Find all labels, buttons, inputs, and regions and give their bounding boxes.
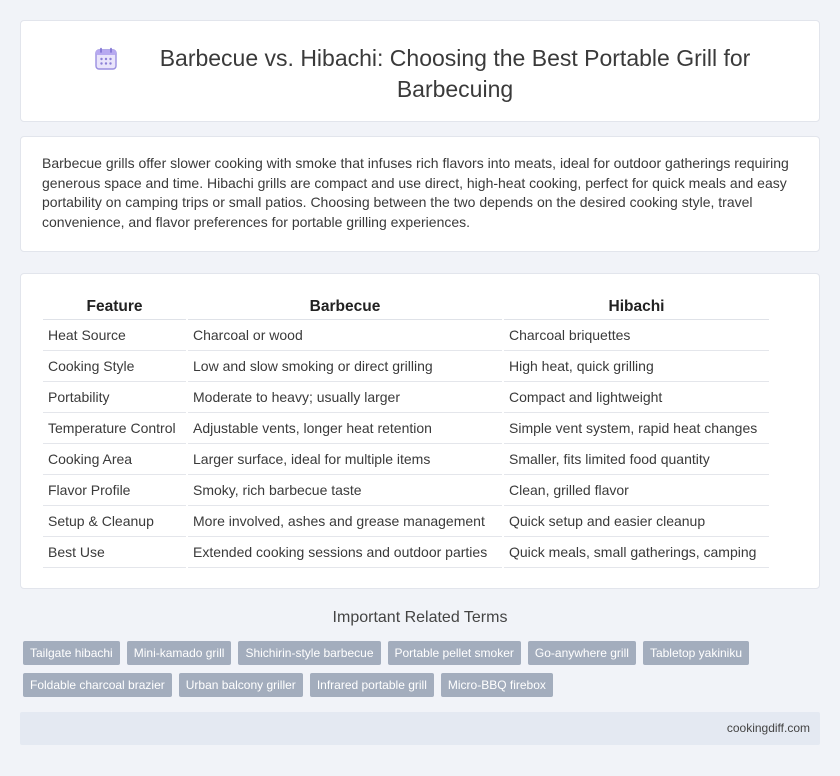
table-cell-barbecue: Charcoal or wood [186, 319, 503, 351]
table-cell-hibachi: Quick meals, small gatherings, camping [502, 536, 769, 568]
tag-link[interactable]: Micro-BBQ firebox [440, 673, 553, 697]
table-header-row: Feature Barbecue Hibachi [43, 296, 769, 320]
intro-paragraph: Barbecue grills offer slower cooking wit… [42, 155, 789, 230]
table-cell-feature: Best Use [43, 536, 187, 568]
tag-row: Foldable charcoal brazier Urban balcony … [23, 673, 823, 697]
table-cell-barbecue: Extended cooking sessions and outdoor pa… [186, 536, 503, 568]
table-cell-barbecue: Smoky, rich barbecue taste [186, 474, 503, 506]
header-barbecue: Barbecue [186, 296, 503, 320]
table-cell-barbecue: Larger surface, ideal for multiple items [186, 443, 503, 475]
tag-link[interactable]: Mini-kamado grill [126, 641, 232, 665]
tag-link[interactable]: Shichirin-style barbecue [238, 641, 381, 665]
tag-row: Tailgate hibachi Mini-kamado grill Shich… [23, 641, 823, 665]
table-cell-barbecue: Moderate to heavy; usually larger [186, 381, 503, 413]
comparison-table-card: Feature Barbecue Hibachi Heat Source Cha… [20, 273, 820, 589]
table-cell-hibachi: Charcoal briquettes [502, 319, 769, 351]
table-cell-feature: Flavor Profile [43, 474, 187, 506]
table-row: Setup & Cleanup More involved, ashes and… [43, 505, 769, 537]
page-title: Barbecue vs. Hibachi: Choosing the Best … [159, 45, 751, 102]
tag-link[interactable]: Tailgate hibachi [23, 641, 120, 665]
table-cell-feature: Heat Source [43, 319, 187, 351]
tag-link[interactable]: Tabletop yakiniku [642, 641, 749, 665]
related-terms-heading: Important Related Terms [332, 609, 508, 626]
header-feature: Feature [43, 296, 187, 320]
table-cell-hibachi: Compact and lightweight [502, 381, 769, 413]
table-row: Temperature Control Adjustable vents, lo… [43, 412, 769, 444]
header-hibachi: Hibachi [502, 296, 769, 320]
title-card: Barbecue vs. Hibachi: Choosing the Best … [20, 20, 820, 122]
tag-link[interactable]: Infrared portable grill [309, 673, 434, 697]
tag-link[interactable]: Urban balcony griller [178, 673, 303, 697]
table-cell-feature: Setup & Cleanup [43, 505, 187, 537]
related-terms-list: Tailgate hibachi Mini-kamado grill Shich… [23, 641, 823, 705]
table-cell-barbecue: More involved, ashes and grease manageme… [186, 505, 503, 537]
table-row: Best Use Extended cooking sessions and o… [43, 536, 769, 568]
table-cell-feature: Temperature Control [43, 412, 187, 444]
table-cell-feature: Cooking Area [43, 443, 187, 475]
tag-link[interactable]: Portable pellet smoker [387, 641, 521, 665]
table-cell-feature: Cooking Style [43, 350, 187, 382]
tag-link[interactable]: Go-anywhere grill [527, 641, 636, 665]
table-cell-feature: Portability [43, 381, 187, 413]
footer: cookingdiff.com [20, 712, 820, 745]
table-row: Flavor Profile Smoky, rich barbecue tast… [43, 474, 769, 506]
comparison-table: Feature Barbecue Hibachi Heat Source Cha… [43, 296, 769, 568]
table-cell-barbecue: Adjustable vents, longer heat retention [186, 412, 503, 444]
intro-card: Barbecue grills offer slower cooking wit… [20, 136, 820, 252]
table-row: Heat Source Charcoal or wood Charcoal br… [43, 319, 769, 351]
footer-site-link[interactable]: cookingdiff.com [727, 721, 810, 735]
table-row: Cooking Style Low and slow smoking or di… [43, 350, 769, 382]
table-cell-hibachi: High heat, quick grilling [502, 350, 769, 382]
table-cell-barbecue: Low and slow smoking or direct grilling [186, 350, 503, 382]
table-cell-hibachi: Clean, grilled flavor [502, 474, 769, 506]
table-row: Cooking Area Larger surface, ideal for m… [43, 443, 769, 475]
tag-link[interactable]: Foldable charcoal brazier [23, 673, 172, 697]
table-cell-hibachi: Simple vent system, rapid heat changes [502, 412, 769, 444]
table-row: Portability Moderate to heavy; usually l… [43, 381, 769, 413]
table-cell-hibachi: Smaller, fits limited food quantity [502, 443, 769, 475]
table-cell-hibachi: Quick setup and easier cleanup [502, 505, 769, 537]
